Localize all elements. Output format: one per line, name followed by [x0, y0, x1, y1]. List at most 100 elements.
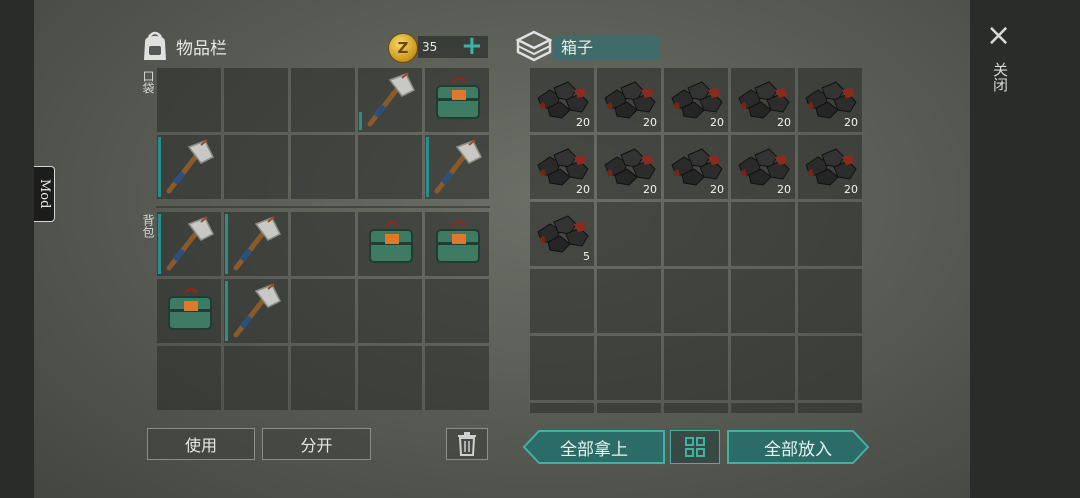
pocket-slot[interactable] — [157, 68, 221, 132]
backpack-slot[interactable] — [291, 279, 355, 343]
box-slot[interactable] — [530, 336, 594, 400]
right-letterbox — [970, 0, 1080, 498]
use-button[interactable]: 使用 — [147, 428, 255, 460]
take-all-button[interactable]: 全部拿上 — [523, 430, 665, 464]
pocket-slot[interactable] — [358, 68, 422, 132]
hammer-icon — [367, 72, 416, 127]
backpack-slot[interactable] — [425, 346, 489, 410]
pocket-label: 口袋 — [141, 70, 155, 94]
durability-bar — [158, 137, 161, 197]
inventory-title: 物品栏 — [176, 38, 227, 59]
durability-bar — [359, 112, 362, 130]
durability-bar — [225, 214, 228, 274]
box-icon — [515, 30, 553, 66]
box-slot[interactable] — [530, 403, 594, 413]
left-letterbox — [0, 0, 34, 498]
box-slot[interactable] — [530, 269, 594, 333]
pocket-slot[interactable] — [291, 68, 355, 132]
box-slot[interactable] — [798, 403, 862, 413]
sort-button[interactable] — [670, 430, 720, 464]
box-slot[interactable] — [798, 202, 862, 266]
inventory-header: 物品栏 — [140, 30, 227, 62]
box-title: 箱子 — [553, 36, 659, 60]
backpack-slot[interactable] — [358, 279, 422, 343]
pocket-slot[interactable] — [224, 135, 288, 199]
tackle-box-icon — [436, 76, 480, 119]
box-slot[interactable] — [731, 403, 795, 413]
box-slot[interactable] — [597, 202, 661, 266]
tackle-box-icon — [369, 220, 413, 263]
backpack-label: 背包 — [141, 214, 155, 238]
split-button[interactable]: 分开 — [262, 428, 371, 460]
box-slot[interactable]: 20 — [530, 135, 594, 199]
backpack-slot[interactable] — [224, 279, 288, 343]
pocket-slot[interactable] — [291, 135, 355, 199]
box-slot[interactable]: 20 — [530, 68, 594, 132]
backpack-slot[interactable] — [425, 279, 489, 343]
pocket-slot[interactable] — [358, 135, 422, 199]
box-slot[interactable] — [731, 269, 795, 333]
pocket-grid — [157, 68, 489, 199]
backpack-slot[interactable] — [157, 279, 221, 343]
trash-button[interactable] — [446, 428, 488, 460]
backpack-slot[interactable] — [358, 346, 422, 410]
item-quantity: 20 — [844, 116, 858, 129]
close-icon[interactable]: × — [986, 21, 1011, 51]
backpack-slot[interactable] — [224, 212, 288, 276]
backpack-slot[interactable] — [157, 346, 221, 410]
trash-icon — [458, 432, 476, 456]
inventory-divider — [156, 206, 490, 208]
backpack-slot[interactable] — [358, 212, 422, 276]
box-slot[interactable]: 20 — [798, 135, 862, 199]
box-slot[interactable] — [597, 269, 661, 333]
pocket-slot[interactable] — [224, 68, 288, 132]
backpack-slot[interactable] — [291, 346, 355, 410]
item-quantity: 20 — [576, 116, 590, 129]
close-label[interactable]: 关闭 — [990, 62, 1011, 92]
item-quantity: 20 — [710, 116, 724, 129]
take-all-label: 全部拿上 — [560, 439, 628, 460]
box-slot[interactable] — [731, 336, 795, 400]
grid-sort-icon — [685, 437, 705, 457]
pocket-slot[interactable] — [425, 68, 489, 132]
pocket-slot[interactable] — [425, 135, 489, 199]
hammer-icon — [434, 139, 483, 194]
hammer-icon — [233, 216, 282, 271]
item-quantity: 20 — [777, 116, 791, 129]
box-slot[interactable] — [664, 403, 728, 413]
box-slot[interactable] — [664, 202, 728, 266]
mod-tab[interactable]: Mod — [34, 166, 55, 222]
box-slot[interactable]: 20 — [664, 135, 728, 199]
box-slot[interactable] — [597, 403, 661, 413]
item-quantity: 20 — [710, 183, 724, 196]
backpack-slot[interactable] — [157, 212, 221, 276]
box-slot[interactable] — [664, 336, 728, 400]
box-slot[interactable]: 20 — [731, 68, 795, 132]
backpack-icon — [144, 31, 166, 60]
box-slot[interactable]: 20 — [731, 135, 795, 199]
backpack-slot[interactable] — [425, 212, 489, 276]
box-slot[interactable] — [798, 269, 862, 333]
item-quantity: 20 — [576, 183, 590, 196]
hammer-icon — [233, 283, 282, 338]
box-slot[interactable]: 5 — [530, 202, 594, 266]
put-all-button[interactable]: 全部放入 — [727, 430, 869, 464]
box-slot[interactable]: 20 — [597, 135, 661, 199]
box-slot[interactable] — [798, 336, 862, 400]
backpack-slot[interactable] — [224, 346, 288, 410]
box-slot[interactable] — [597, 336, 661, 400]
box-slot[interactable]: 20 — [798, 68, 862, 132]
box-slot[interactable] — [731, 202, 795, 266]
item-quantity: 20 — [643, 116, 657, 129]
add-coins-button[interactable]: + — [461, 33, 483, 59]
coin-icon: Z — [388, 33, 418, 63]
backpack-slot[interactable] — [291, 212, 355, 276]
item-quantity: 20 — [844, 183, 858, 196]
box-slot[interactable] — [664, 269, 728, 333]
box-slot[interactable]: 20 — [664, 68, 728, 132]
box-grid: 20 20 20 20 20 20 20 20 20 20 5 — [530, 68, 862, 413]
durability-bar — [158, 214, 161, 274]
box-slot[interactable]: 20 — [597, 68, 661, 132]
tackle-box-icon — [436, 220, 480, 263]
pocket-slot[interactable] — [157, 135, 221, 199]
